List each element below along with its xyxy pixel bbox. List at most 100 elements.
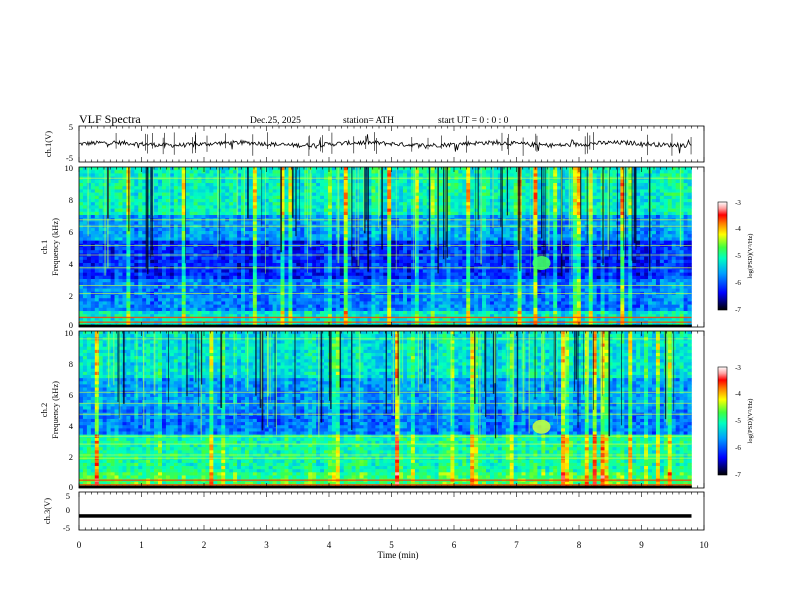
spectrogram-cell bbox=[418, 189, 424, 193]
spectrogram-cell bbox=[466, 215, 471, 219]
spectrogram-cell bbox=[173, 208, 179, 213]
spectrogram-cell bbox=[134, 192, 139, 197]
spectrogram-cell bbox=[450, 269, 455, 273]
spectrogram-cell bbox=[94, 237, 100, 241]
spectrogram-cell bbox=[430, 211, 435, 216]
spectrogram-cell bbox=[90, 240, 96, 245]
spectrogram-cell bbox=[122, 269, 127, 273]
spectrogram-cell bbox=[130, 215, 135, 219]
spectrogram-cell bbox=[154, 221, 159, 225]
spectrogram-cell bbox=[126, 256, 131, 261]
spectrogram-cell bbox=[229, 234, 234, 238]
spectrogram-cell bbox=[94, 307, 100, 312]
spectrogram-cell bbox=[221, 170, 226, 174]
spectrogram-cell bbox=[134, 237, 139, 241]
spectrogram-cell bbox=[98, 231, 104, 235]
spectrogram-cell bbox=[395, 173, 400, 177]
spectrogram-cell bbox=[94, 227, 100, 232]
spectrogram-cell bbox=[391, 275, 396, 280]
spectrogram-cell bbox=[225, 195, 230, 200]
spectrogram-cell bbox=[351, 311, 356, 315]
spectrogram-cell bbox=[403, 234, 408, 238]
spectrogram-cell bbox=[138, 298, 143, 302]
spectrogram-cell bbox=[252, 186, 258, 190]
spectrogram-cell bbox=[118, 208, 123, 213]
spectrogram-cell bbox=[173, 202, 179, 206]
spectrogram-cell bbox=[221, 304, 226, 309]
spectrogram-cell bbox=[134, 205, 139, 209]
spectrogram-cell bbox=[244, 301, 250, 305]
spectrogram-cell bbox=[209, 269, 214, 273]
spectrogram-cell bbox=[454, 237, 459, 241]
spectrogram-cell bbox=[339, 195, 345, 200]
spectrogram-cell bbox=[296, 272, 301, 277]
spectrogram-cell bbox=[244, 263, 250, 267]
spectrogram-cell bbox=[399, 173, 404, 177]
spectrogram-cell bbox=[450, 279, 455, 283]
spectrogram-cell bbox=[193, 307, 198, 312]
spectrogram-cell bbox=[422, 179, 428, 184]
spectrogram-cell bbox=[462, 227, 467, 232]
spectrogram-cell bbox=[169, 192, 175, 197]
spectrogram-cell bbox=[367, 279, 372, 283]
spectrogram-cell bbox=[260, 221, 266, 225]
spectrogram-cell bbox=[288, 288, 293, 293]
spectrogram-cell bbox=[118, 199, 123, 203]
spectrogram-cell bbox=[165, 186, 171, 190]
spectrogram-cell bbox=[343, 234, 349, 238]
spectrogram-cell bbox=[406, 192, 412, 197]
spectrogram-cell bbox=[260, 170, 266, 174]
spectrogram-cell bbox=[114, 227, 119, 232]
spectrogram-cell bbox=[205, 183, 210, 187]
spectrogram-cell bbox=[272, 311, 277, 315]
spectrogram-cell bbox=[146, 279, 151, 283]
spectrogram-cell bbox=[331, 195, 337, 200]
spectrogram-cell bbox=[197, 288, 202, 293]
spectrogram-cell bbox=[359, 263, 364, 267]
spectrogram-cell bbox=[205, 205, 210, 209]
spectrogram-cell bbox=[339, 183, 345, 187]
spectrogram-cell bbox=[410, 304, 416, 309]
spectrogram-cell bbox=[418, 269, 424, 273]
spectrogram-cell bbox=[272, 195, 277, 200]
spectrogram-cell bbox=[422, 215, 428, 219]
spectrogram-cell bbox=[94, 215, 100, 219]
spectrogram-cell bbox=[181, 301, 186, 305]
spectrogram-cell bbox=[347, 211, 352, 216]
spectrogram-cell bbox=[264, 279, 269, 283]
spectrogram-cell bbox=[430, 199, 435, 203]
spectrogram-cell bbox=[284, 301, 289, 305]
spectrogram-cell bbox=[383, 250, 388, 254]
spectrogram-cell bbox=[248, 279, 254, 283]
spectrogram-cell bbox=[320, 263, 325, 267]
spectrogram-cell bbox=[130, 234, 135, 238]
spectrogram-cell bbox=[154, 186, 159, 190]
spectrogram-cell bbox=[288, 237, 293, 241]
spectrogram-cell bbox=[158, 186, 163, 190]
spectrogram-cell bbox=[150, 298, 155, 302]
spectrogram-cell bbox=[284, 173, 289, 177]
spectrogram-cell bbox=[221, 298, 226, 302]
spectrogram-cell bbox=[430, 183, 435, 187]
spectrogram-cell bbox=[300, 215, 305, 219]
spectrogram-cell bbox=[260, 199, 266, 203]
spectrogram-cell bbox=[268, 199, 273, 203]
spectrogram-cell bbox=[296, 311, 301, 315]
spectrogram-cell bbox=[177, 227, 183, 232]
spectrogram-cell bbox=[268, 173, 273, 177]
spectrogram-cell bbox=[256, 173, 262, 177]
spectrogram-cell bbox=[347, 256, 352, 261]
spectrogram-cell bbox=[383, 221, 388, 225]
spectrogram-cell bbox=[395, 211, 400, 216]
spectrogram-cell bbox=[233, 250, 238, 254]
spectrogram-cell bbox=[177, 192, 183, 197]
spectrogram-cell bbox=[154, 311, 159, 315]
spectrogram-cell bbox=[82, 269, 88, 273]
spectrogram-cell bbox=[410, 205, 416, 209]
spectrogram-cell bbox=[430, 279, 435, 283]
spectrogram-cell bbox=[252, 295, 258, 299]
spectrogram-cell bbox=[300, 192, 305, 197]
spectrogram-cell bbox=[430, 179, 435, 184]
spectrogram-cell bbox=[118, 221, 123, 225]
spectrogram-cell bbox=[359, 279, 364, 283]
